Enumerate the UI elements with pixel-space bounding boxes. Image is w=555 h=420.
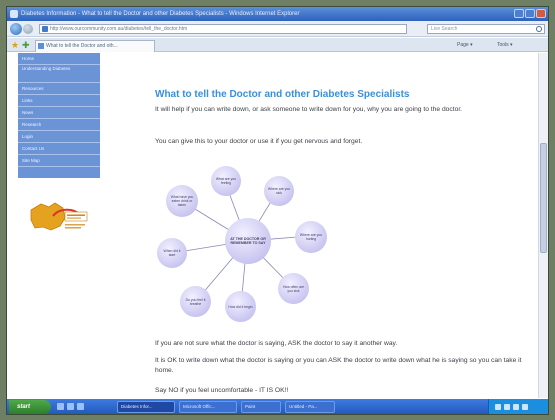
mind-map-diagram: AT THE DOCTOR OR REMEMBER TO SAY What ar…: [147, 158, 347, 333]
window-controls: [514, 9, 546, 18]
sidebar-item-sitemap[interactable]: Site Map: [18, 155, 100, 167]
sidebar-item-contact[interactable]: Contact Us: [18, 143, 100, 155]
ie-icon: [10, 10, 18, 18]
tip-paragraph: You can give this to your doctor or use …: [155, 138, 363, 145]
scroll-thumb[interactable]: [540, 143, 547, 253]
tab-current[interactable]: What to tell the Doctor and oth...: [35, 40, 155, 52]
title-bar: Diabetes Information - What to tell the …: [7, 7, 548, 21]
taskbar: start Diabetes Infor... Microsoft Offic.…: [7, 399, 548, 414]
sidebar-item-understanding[interactable]: Understanding Diabetes: [18, 65, 100, 83]
quicklaunch-ie-icon[interactable]: [57, 403, 64, 410]
tab-page-icon: [38, 43, 44, 49]
sidebar-item-resources[interactable]: Resources: [18, 83, 100, 95]
mind-map-node: When did it start: [157, 238, 187, 268]
quicklaunch-desktop-icon[interactable]: [67, 403, 74, 410]
tray-network-icon[interactable]: [495, 404, 501, 410]
mind-map-center: AT THE DOCTOR OR REMEMBER TO SAY: [225, 218, 271, 264]
mind-map-node: What have you eaten drink or taken: [166, 185, 198, 217]
quicklaunch-media-icon[interactable]: [77, 403, 84, 410]
add-favorite-icon[interactable]: ✚: [22, 40, 30, 50]
mind-map-node: How often are you sick: [278, 273, 309, 304]
page-menu[interactable]: Page ▾: [457, 41, 473, 49]
search-icon[interactable]: [536, 26, 542, 32]
mind-map-node: Where are you hurting: [295, 221, 327, 253]
tray-volume-icon[interactable]: [504, 404, 510, 410]
address-row: http://www.ourcommunity.com.au/diabetes/…: [7, 21, 548, 37]
forward-button[interactable]: [23, 24, 33, 34]
search-input[interactable]: Live Search: [427, 24, 545, 34]
mind-map-node: What are you feeling: [211, 166, 241, 196]
organisation-logo: [30, 202, 88, 231]
search-placeholder: Live Search: [431, 26, 458, 32]
sidebar-item-home[interactable]: Home: [18, 53, 100, 65]
address-bar[interactable]: http://www.ourcommunity.com.au/diabetes/…: [39, 24, 407, 34]
sidebar-item-login[interactable]: Login: [18, 131, 100, 143]
sidebar-item-links[interactable]: Links: [18, 95, 100, 107]
minimize-button[interactable]: [514, 9, 524, 18]
taskbar-item[interactable]: Microsoft Offic...: [179, 401, 237, 413]
sidebar-item-news[interactable]: News: [18, 107, 100, 119]
sidebar-nav: Home Understanding Diabetes Resources Li…: [18, 53, 100, 178]
mind-map-node: Do you feel it breathe: [180, 286, 211, 317]
page-content: Home Understanding Diabetes Resources Li…: [7, 53, 540, 398]
start-button[interactable]: start: [9, 400, 51, 414]
advice-paragraph: If you are not sure what the doctor is s…: [155, 340, 398, 347]
favorites-star-icon[interactable]: ★: [11, 40, 19, 50]
address-text: http://www.ourcommunity.com.au/diabetes/…: [50, 26, 188, 32]
vertical-scrollbar[interactable]: [538, 53, 548, 398]
system-tray: [488, 399, 548, 414]
intro-paragraph: It will help if you can write down, or a…: [155, 106, 463, 113]
tab-label: What to tell the Doctor and oth...: [46, 43, 118, 49]
maximize-button[interactable]: [525, 9, 535, 18]
mind-map-node: How did it begin: [225, 291, 256, 322]
close-button[interactable]: [536, 9, 546, 18]
browser-window: Diabetes Information - What to tell the …: [6, 6, 549, 415]
mind-map-node: Where are you sick: [264, 176, 294, 206]
taskbar-item[interactable]: Diabetes Infor...: [117, 401, 175, 413]
reassurance-paragraph: Say NO if you feel uncomfortable - IT IS…: [155, 387, 289, 394]
taskbar-item[interactable]: Untitled - Pa...: [285, 401, 335, 413]
tray-security-icon[interactable]: [513, 404, 519, 410]
note-paragraph: It is OK to write down what the doctor i…: [155, 357, 522, 374]
tab-row: ★ ✚ What to tell the Doctor and oth... P…: [7, 38, 548, 52]
page-title: What to tell the Doctor and other Diabet…: [155, 89, 410, 100]
page-icon: [42, 26, 48, 32]
window-title: Diabetes Information - What to tell the …: [21, 11, 300, 17]
tools-menu[interactable]: Tools ▾: [497, 41, 513, 49]
tray-update-icon[interactable]: [522, 404, 528, 410]
back-button[interactable]: [10, 23, 22, 35]
taskbar-item[interactable]: Paint: [241, 401, 281, 413]
sidebar-item-research[interactable]: Research: [18, 119, 100, 131]
